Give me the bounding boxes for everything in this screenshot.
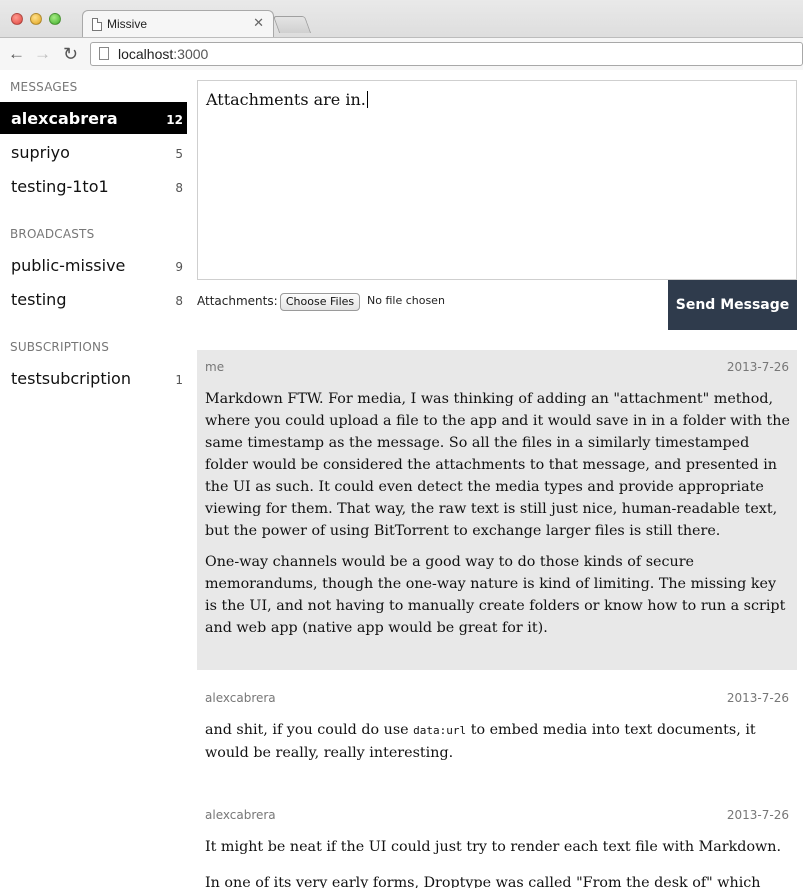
- subscriptions-heading: SUBSCRIPTIONS: [10, 340, 110, 354]
- message-item: alexcabrera 2013-7-26 It might be neat i…: [197, 798, 797, 888]
- message-textarea[interactable]: Attachments are in.: [197, 80, 797, 280]
- send-message-button[interactable]: Send Message: [668, 280, 797, 330]
- sidebar-item-label: testsubcription: [11, 369, 131, 388]
- back-arrow-icon[interactable]: ←: [8, 44, 25, 64]
- zoom-window-button[interactable]: [49, 13, 61, 25]
- forward-arrow-icon[interactable]: →: [34, 44, 51, 64]
- address-bar[interactable]: localhost:3000: [90, 42, 803, 66]
- message-text: and shit, if you could do use: [205, 722, 414, 738]
- window-controls: [11, 13, 61, 25]
- unread-count: 9: [175, 260, 183, 274]
- reload-icon[interactable]: ↻: [63, 44, 78, 64]
- close-window-button[interactable]: [11, 13, 23, 25]
- message-date: 2013-7-26: [726, 808, 789, 822]
- tab-title: Missive: [107, 17, 148, 31]
- unread-count: 5: [175, 147, 183, 161]
- message-paragraph: One-way channels would be a good way to …: [205, 554, 786, 636]
- message-item: alexcabrera 2013-7-26 and shit, if you c…: [197, 681, 797, 791]
- message-body: Markdown FTW. For media, I was thinking …: [205, 388, 791, 648]
- inline-code: data:url: [413, 724, 467, 737]
- message-author: alexcabrera: [205, 691, 276, 705]
- url-text: localhost:3000: [118, 46, 208, 62]
- text-caret: [366, 91, 368, 108]
- broadcasts-heading: BROADCASTS: [10, 227, 95, 241]
- sidebar-item-alexcabrera[interactable]: alexcabrera 12: [0, 102, 187, 134]
- message-date: 2013-7-26: [726, 360, 789, 374]
- sidebar-item-label: testing-1to1: [11, 177, 109, 196]
- message-paragraph: Markdown FTW. For media, I was thinking …: [205, 391, 790, 539]
- sidebar-item-label: alexcabrera: [11, 109, 118, 128]
- sidebar-item-public-missive[interactable]: public-missive 9: [0, 249, 187, 281]
- message-item: me 2013-7-26 Markdown FTW. For media, I …: [197, 350, 797, 670]
- browser-tab[interactable]: Missive ✕: [82, 10, 274, 37]
- message-paragraph: In one of its very early forms, Droptype…: [205, 875, 761, 888]
- message-date: 2013-7-26: [726, 691, 789, 705]
- new-tab-button[interactable]: [272, 16, 312, 33]
- message-author: me: [205, 360, 225, 374]
- url-host: localhost: [118, 46, 174, 62]
- browser-toolbar: ← → ↻ localhost:3000: [0, 37, 803, 70]
- sidebar-item-supriyo[interactable]: supriyo 5: [0, 136, 187, 168]
- message-author: alexcabrera: [205, 808, 276, 822]
- url-port: :3000: [173, 46, 209, 62]
- sidebar-item-label: supriyo: [11, 143, 70, 162]
- sidebar-item-testing[interactable]: testing 8: [0, 283, 187, 315]
- no-file-status: No file chosen: [367, 294, 445, 307]
- unread-count: 8: [175, 294, 183, 308]
- attachments-label: Attachments:: [197, 294, 278, 308]
- message-body: It might be neat if the UI could just tr…: [205, 836, 791, 888]
- unread-count: 12: [166, 113, 183, 127]
- browser-chrome: Missive ✕ ← → ↻ localhost:3000: [0, 0, 803, 70]
- choose-files-button[interactable]: Choose Files: [280, 293, 360, 311]
- message-body: and shit, if you could do use data:url t…: [205, 719, 791, 773]
- sidebar-item-testing-1to1[interactable]: testing-1to1 8: [0, 170, 187, 202]
- sidebar-item-testsubcription[interactable]: testsubcription 1: [0, 362, 187, 394]
- unread-count: 8: [175, 181, 183, 195]
- page-icon: [92, 18, 102, 31]
- message-paragraph: and shit, if you could do use data:url t…: [205, 719, 791, 764]
- message-draft-text: Attachments are in.: [206, 90, 368, 109]
- sidebar-item-label: testing: [11, 290, 67, 309]
- unread-count: 1: [175, 373, 183, 387]
- messages-heading: MESSAGES: [10, 80, 78, 94]
- page-icon: [99, 47, 109, 60]
- sidebar-item-label: public-missive: [11, 256, 126, 275]
- draft-text: Attachments are in.: [206, 90, 366, 109]
- message-paragraph: It might be neat if the UI could just tr…: [205, 839, 782, 855]
- minimize-window-button[interactable]: [30, 13, 42, 25]
- close-tab-icon[interactable]: ✕: [253, 15, 264, 31]
